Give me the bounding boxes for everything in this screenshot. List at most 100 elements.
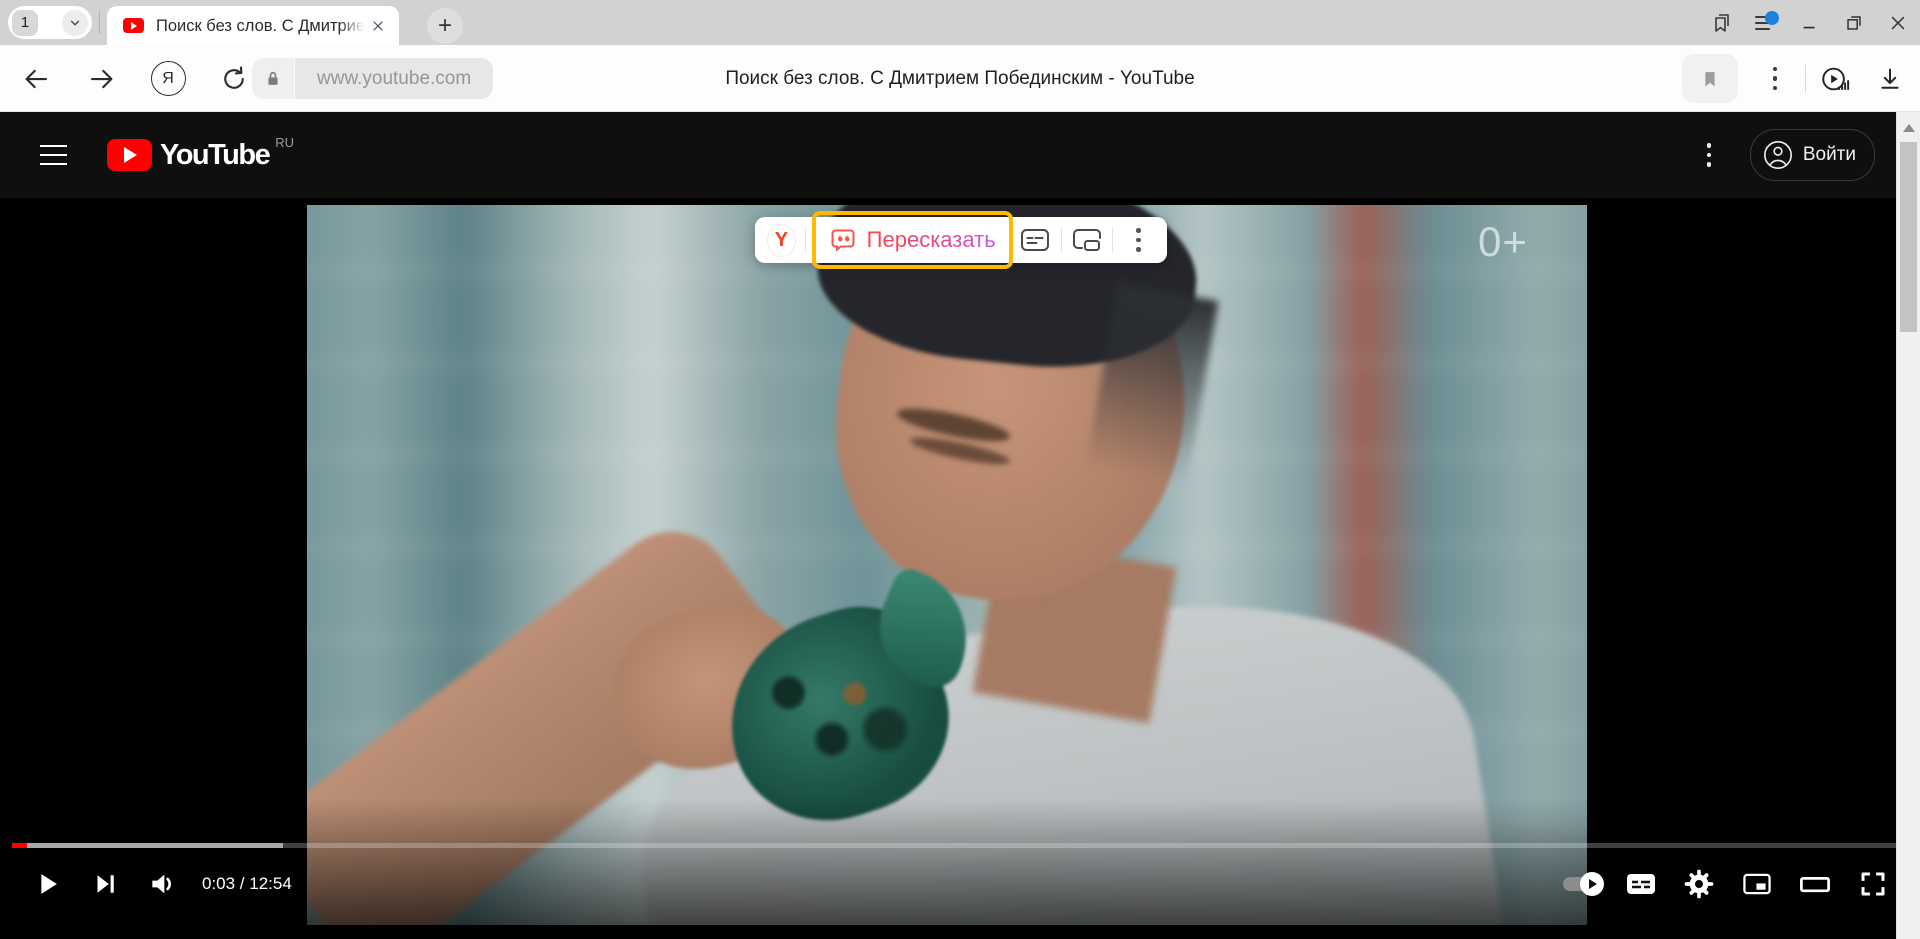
bookmark-stack-icon xyxy=(1710,11,1734,35)
video-player-button[interactable] xyxy=(1812,51,1860,107)
subtitles-button[interactable] xyxy=(1612,860,1670,908)
plus-icon: + xyxy=(438,14,452,38)
theater-mode-icon xyxy=(1798,870,1832,898)
close-window-button[interactable] xyxy=(1876,0,1920,45)
skip-next-icon xyxy=(90,869,120,899)
tab-close-button[interactable] xyxy=(367,15,389,37)
sign-in-button[interactable]: Войти xyxy=(1750,129,1875,181)
play-button[interactable] xyxy=(18,860,76,908)
youtube-play-icon xyxy=(107,139,152,171)
miniplayer-icon xyxy=(1741,870,1773,898)
summarize-label: Пересказать xyxy=(867,227,996,253)
page-scrollbar[interactable] xyxy=(1896,112,1920,939)
play-icon xyxy=(30,867,64,901)
header-menu-button[interactable] xyxy=(1694,143,1724,167)
restore-icon xyxy=(1843,12,1865,34)
bookmark-icon xyxy=(1699,68,1721,90)
fullscreen-button[interactable] xyxy=(1844,860,1902,908)
progress-bar[interactable] xyxy=(12,843,1908,848)
settings-button[interactable] xyxy=(1670,860,1728,908)
close-icon xyxy=(370,18,386,34)
hamburger-icon xyxy=(40,145,67,165)
kebab-icon xyxy=(1694,143,1724,167)
youtube-wordmark: YouTube xyxy=(160,137,269,173)
overlay-divider xyxy=(805,227,806,253)
played-segment xyxy=(12,843,27,848)
time-display: 0:03 / 12:54 xyxy=(202,874,292,894)
volume-icon xyxy=(147,868,179,900)
minimize-icon xyxy=(1799,12,1821,34)
miniplayer-button[interactable] xyxy=(1728,860,1786,908)
scroll-thumb[interactable] xyxy=(1900,142,1917,332)
overlay-divider xyxy=(1112,227,1113,253)
region-label: RU xyxy=(275,135,294,150)
captions-icon xyxy=(1020,227,1050,253)
person-icon xyxy=(1763,140,1793,170)
arrow-right-icon xyxy=(87,64,117,94)
tab-list-button[interactable] xyxy=(62,10,88,36)
tab-title-fade xyxy=(339,15,365,37)
overlay-pip-button[interactable] xyxy=(1070,220,1103,260)
youtube-header: YouTube RU xyxy=(0,112,1920,198)
overlay-menu-button[interactable] xyxy=(1122,220,1155,260)
yandex-services-button[interactable]: Я xyxy=(140,45,196,112)
arrow-left-icon xyxy=(21,64,51,94)
scroll-up-arrow[interactable] xyxy=(1903,124,1915,132)
bookmark-button[interactable] xyxy=(1682,54,1738,103)
overlay-captions-button[interactable] xyxy=(1019,220,1052,260)
notification-dot xyxy=(1765,11,1779,25)
player-controls: 0:03 / 12:54 xyxy=(0,854,1920,914)
lock-icon xyxy=(263,69,283,89)
toolbar-divider xyxy=(1805,65,1806,93)
media-player-icon xyxy=(1819,64,1853,94)
chevron-down-icon xyxy=(68,16,82,30)
picture-in-picture-icon xyxy=(1072,227,1102,253)
minimize-button[interactable] xyxy=(1788,0,1832,45)
tabbar-divider xyxy=(99,11,100,34)
browser-tab[interactable]: Поиск без слов. С Дмитрием Побединским -… xyxy=(107,6,399,45)
next-button[interactable] xyxy=(76,860,134,908)
buffered-segment xyxy=(12,843,283,848)
forward-button[interactable] xyxy=(74,45,130,112)
site-security-badge[interactable] xyxy=(252,58,294,99)
autoplay-toggle[interactable] xyxy=(1552,860,1612,908)
back-button[interactable] xyxy=(8,45,64,112)
refresh-icon xyxy=(219,64,249,94)
summarize-button[interactable]: Пересказать xyxy=(815,217,1010,263)
kebab-icon xyxy=(1124,228,1154,252)
age-rating: 0+ xyxy=(1478,218,1528,266)
tab-title: Поиск без слов. С Дмитрием Побединским -… xyxy=(156,15,365,37)
guide-button[interactable] xyxy=(33,137,73,173)
overlay-divider xyxy=(1061,227,1062,253)
video-player: Y Пересказать 0+ xyxy=(0,198,1920,939)
yandex-icon: Я xyxy=(151,61,186,96)
youtube-logo[interactable]: YouTube RU xyxy=(107,137,294,173)
download-icon xyxy=(1876,65,1904,93)
browser-toolbar: Я Поиск без слов. С Дмитрием Побединским… xyxy=(0,45,1920,112)
theater-button[interactable] xyxy=(1786,860,1844,908)
kebab-icon xyxy=(1760,67,1790,91)
sign-in-label: Войти xyxy=(1803,144,1856,166)
url-text: www.youtube.com xyxy=(317,68,471,90)
url-chip[interactable]: www.youtube.com xyxy=(295,58,493,99)
yandex-overlay-toolbar: Y Пересказать xyxy=(755,217,1167,263)
quote-bubble-icon xyxy=(829,226,857,254)
subtitles-icon xyxy=(1625,871,1657,897)
volume-button[interactable] xyxy=(134,860,192,908)
panels-button[interactable] xyxy=(1700,0,1744,45)
tab-count-badge: 1 xyxy=(12,10,38,36)
tab-bar: 1 Поиск без слов. С Дмитрием Побединским… xyxy=(0,0,1920,45)
toggle-knob-play-icon xyxy=(1580,872,1604,896)
close-icon xyxy=(1887,12,1909,34)
download-button[interactable] xyxy=(1866,51,1914,107)
new-tab-button[interactable]: + xyxy=(427,8,463,44)
restore-button[interactable] xyxy=(1832,0,1876,45)
tab-counter[interactable]: 1 xyxy=(8,6,92,39)
menu-lines-icon xyxy=(1755,15,1777,31)
browser-menu-button[interactable] xyxy=(1744,0,1788,45)
toolbar-menu-button[interactable] xyxy=(1751,51,1799,107)
yandex-badge[interactable]: Y xyxy=(767,224,796,257)
youtube-favicon-icon xyxy=(123,18,144,33)
gear-icon xyxy=(1684,869,1714,899)
fullscreen-icon xyxy=(1858,869,1888,899)
